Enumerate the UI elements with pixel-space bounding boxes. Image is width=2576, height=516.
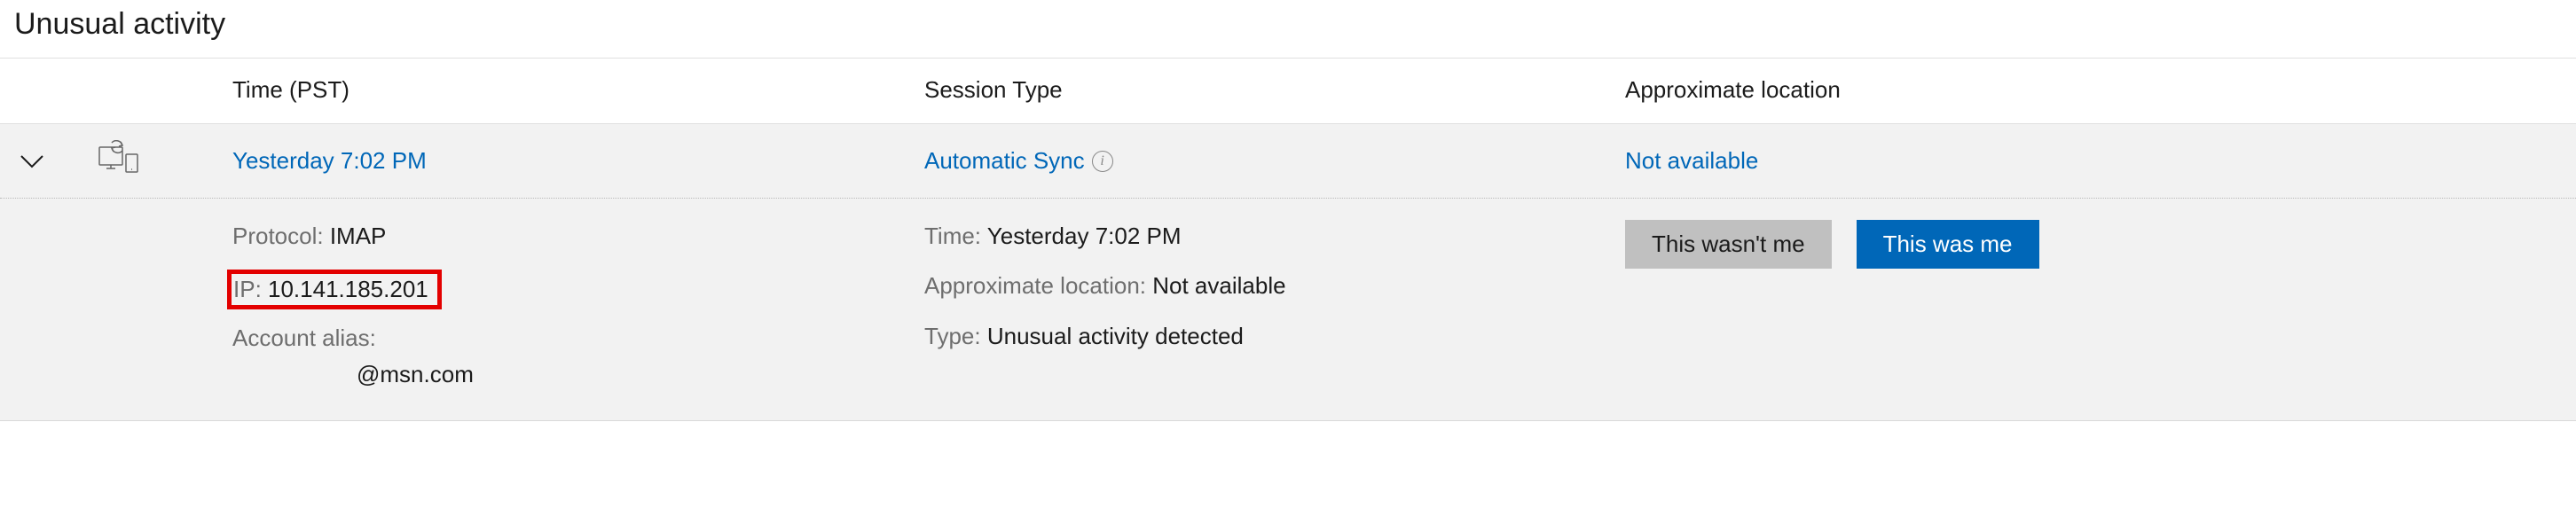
detail-time-line: Time: Yesterday 7:02 PM	[924, 220, 1625, 252]
ip-value: 10.141.185.201	[268, 276, 428, 302]
detail-approx-value: Not available	[1152, 272, 1285, 299]
detail-approx-label: Approximate location:	[924, 272, 1152, 299]
activity-table: Time (PST) Session Type Approximate loca…	[0, 58, 2576, 421]
activity-row[interactable]: Yesterday 7:02 PM Automatic Sync i Not a…	[0, 123, 2576, 199]
activity-detail-panel: Protocol: IMAP IP: 10.141.185.201 Accoun…	[0, 199, 2576, 421]
ip-highlight-box: IP: 10.141.185.201	[227, 270, 442, 309]
protocol-label: Protocol:	[232, 223, 330, 249]
sync-devices-icon	[98, 140, 140, 182]
alias-value: @msn.com	[232, 358, 924, 390]
detail-type-line: Type: Unusual activity detected	[924, 320, 1625, 352]
alias-label: Account alias:	[232, 324, 376, 351]
protocol-value: IMAP	[330, 223, 387, 249]
protocol-line: Protocol: IMAP	[232, 220, 924, 252]
info-icon[interactable]: i	[1092, 151, 1113, 172]
was-me-button[interactable]: This was me	[1857, 220, 2039, 269]
col-location-header: Approximate location	[1625, 76, 1841, 103]
chevron-down-icon[interactable]	[20, 147, 44, 175]
detail-approx-line: Approximate location: Not available	[924, 270, 1625, 301]
page-title: Unusual activity	[0, 0, 2576, 58]
table-header-row: Time (PST) Session Type Approximate loca…	[0, 58, 2576, 123]
row-time-link[interactable]: Yesterday 7:02 PM	[232, 147, 427, 174]
detail-type-label: Type:	[924, 323, 987, 349]
col-time-header: Time (PST)	[232, 76, 349, 103]
col-session-header: Session Type	[924, 76, 1063, 103]
detail-time-value: Yesterday 7:02 PM	[987, 223, 1182, 249]
row-location-link[interactable]: Not available	[1625, 147, 1758, 174]
detail-time-label: Time:	[924, 223, 987, 249]
not-me-button[interactable]: This wasn't me	[1625, 220, 1832, 269]
ip-label: IP:	[233, 276, 268, 302]
row-session-link[interactable]: Automatic Sync	[924, 147, 1085, 175]
detail-type-value: Unusual activity detected	[987, 323, 1244, 349]
